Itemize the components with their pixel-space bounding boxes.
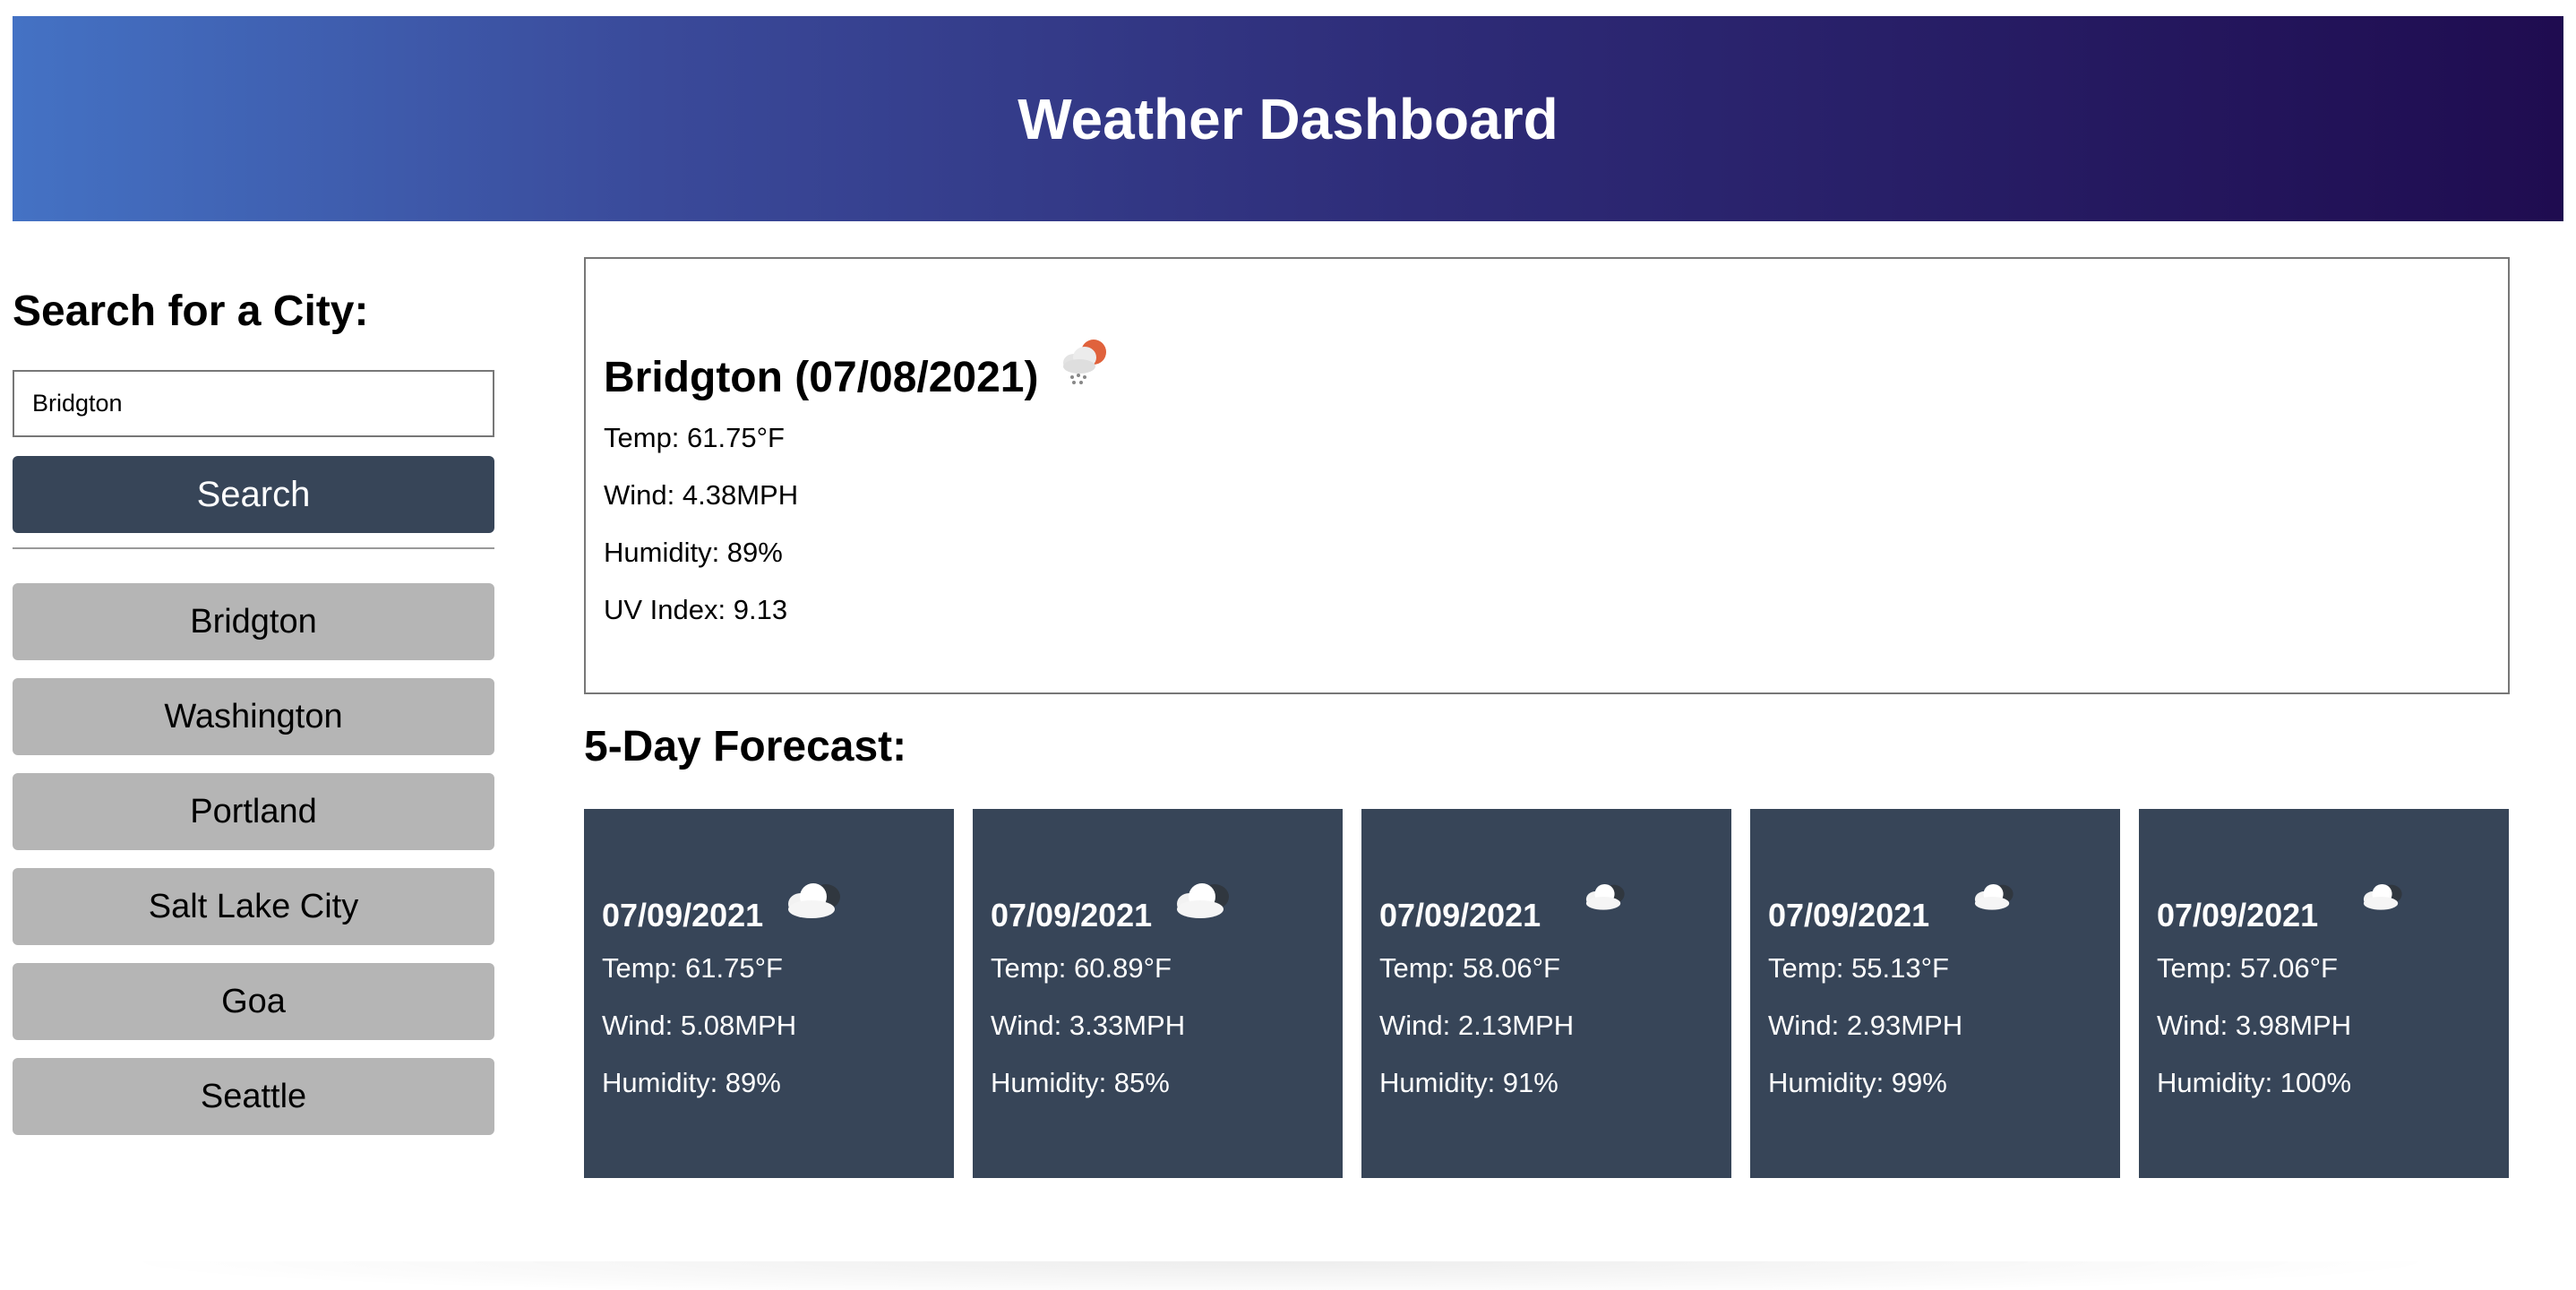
forecast-card-title-row: 07/09/2021	[1768, 881, 2102, 934]
current-uv-index: UV Index: 9.13	[604, 594, 788, 625]
search-heading: Search for a City:	[13, 288, 369, 335]
forecast-card: 07/09/2021 Temp: 55.13°F Wind: 2.93MPH H…	[1750, 809, 2120, 1178]
bottom-shadow	[99, 1261, 2463, 1290]
forecast-date: 07/09/2021	[602, 897, 764, 933]
page: Weather Dashboard Search for a City: Sea…	[0, 0, 2576, 1290]
sun-cloud-rain-icon	[1063, 340, 1107, 384]
forecast-humidity: Humidity: 89%	[602, 1067, 781, 1098]
forecast-date: 07/09/2021	[991, 897, 1153, 933]
current-wind: Wind: 4.38MPH	[604, 479, 799, 511]
forecast-date: 07/09/2021	[2157, 897, 2319, 933]
forecast-card: 07/09/2021 Temp: 61.75°F Wind: 5.08MPH H…	[584, 809, 954, 1178]
forecast-wind: Wind: 3.33MPH	[991, 1010, 1186, 1041]
forecast-heading: 5-Day Forecast:	[584, 723, 907, 770]
current-title-row: Bridgton (07/08/2021)	[604, 329, 2490, 402]
forecast-card-title-row: 07/09/2021	[2157, 881, 2491, 934]
forecast-humidity: Humidity: 99%	[1768, 1067, 1947, 1098]
cloud-icon	[788, 883, 840, 918]
forecast-date: 07/09/2021	[1379, 897, 1541, 933]
sidebar: Search for a City: Search Bridgton Washi…	[13, 287, 494, 1135]
forecast-card-title-row: 07/09/2021	[602, 881, 936, 934]
forecast-temp: Temp: 61.75°F	[602, 952, 783, 984]
forecast-card-title-row: 07/09/2021	[991, 881, 1325, 934]
forecast-temp: Temp: 60.89°F	[991, 952, 1172, 984]
forecast-wind: Wind: 3.98MPH	[2157, 1010, 2352, 1041]
current-weather-panel: Bridgton (07/08/2021) Temp: 61.75°F Wind…	[584, 257, 2510, 694]
cloud-icon	[1177, 883, 1229, 918]
cloud-icon	[1974, 883, 2014, 910]
forecast-wind: Wind: 2.13MPH	[1379, 1010, 1575, 1041]
cloud-icon	[1585, 883, 1625, 910]
forecast-row: 07/09/2021 Temp: 61.75°F Wind: 5.08MPH H…	[584, 809, 2509, 1178]
forecast-temp: Temp: 57.06°F	[2157, 952, 2338, 984]
divider	[13, 547, 494, 549]
history-button-bridgton[interactable]: Bridgton	[13, 583, 494, 660]
forecast-wind: Wind: 5.08MPH	[602, 1010, 797, 1041]
forecast-card: 07/09/2021 Temp: 58.06°F Wind: 2.13MPH H…	[1361, 809, 1731, 1178]
forecast-date: 07/09/2021	[1768, 897, 1930, 933]
page-title: Weather Dashboard	[1018, 86, 1558, 151]
forecast-temp: Temp: 58.06°F	[1379, 952, 1560, 984]
current-humidity: Humidity: 89%	[604, 537, 783, 568]
city-search-input[interactable]	[13, 370, 494, 437]
forecast-card-title-row: 07/09/2021	[1379, 881, 1713, 934]
history-button-goa[interactable]: Goa	[13, 963, 494, 1040]
history-button-seattle[interactable]: Seattle	[13, 1058, 494, 1135]
forecast-wind: Wind: 2.93MPH	[1768, 1010, 1963, 1041]
forecast-temp: Temp: 55.13°F	[1768, 952, 1949, 984]
history-button-washington[interactable]: Washington	[13, 678, 494, 755]
forecast-humidity: Humidity: 100%	[2157, 1067, 2352, 1098]
current-temp: Temp: 61.75°F	[604, 422, 785, 453]
forecast-humidity: Humidity: 91%	[1379, 1067, 1558, 1098]
history-button-salt-lake-city[interactable]: Salt Lake City	[13, 868, 494, 945]
forecast-card: 07/09/2021 Temp: 60.89°F Wind: 3.33MPH H…	[973, 809, 1343, 1178]
forecast-humidity: Humidity: 85%	[991, 1067, 1170, 1098]
search-button[interactable]: Search	[13, 456, 494, 533]
cloud-icon	[2363, 883, 2402, 910]
history-button-portland[interactable]: Portland	[13, 773, 494, 850]
forecast-card: 07/09/2021 Temp: 57.06°F Wind: 3.98MPH H…	[2139, 809, 2509, 1178]
search-history-list: Bridgton Washington Portland Salt Lake C…	[13, 583, 494, 1135]
current-city-title: Bridgton (07/08/2021)	[604, 354, 1039, 401]
header-banner: Weather Dashboard	[13, 16, 2563, 221]
